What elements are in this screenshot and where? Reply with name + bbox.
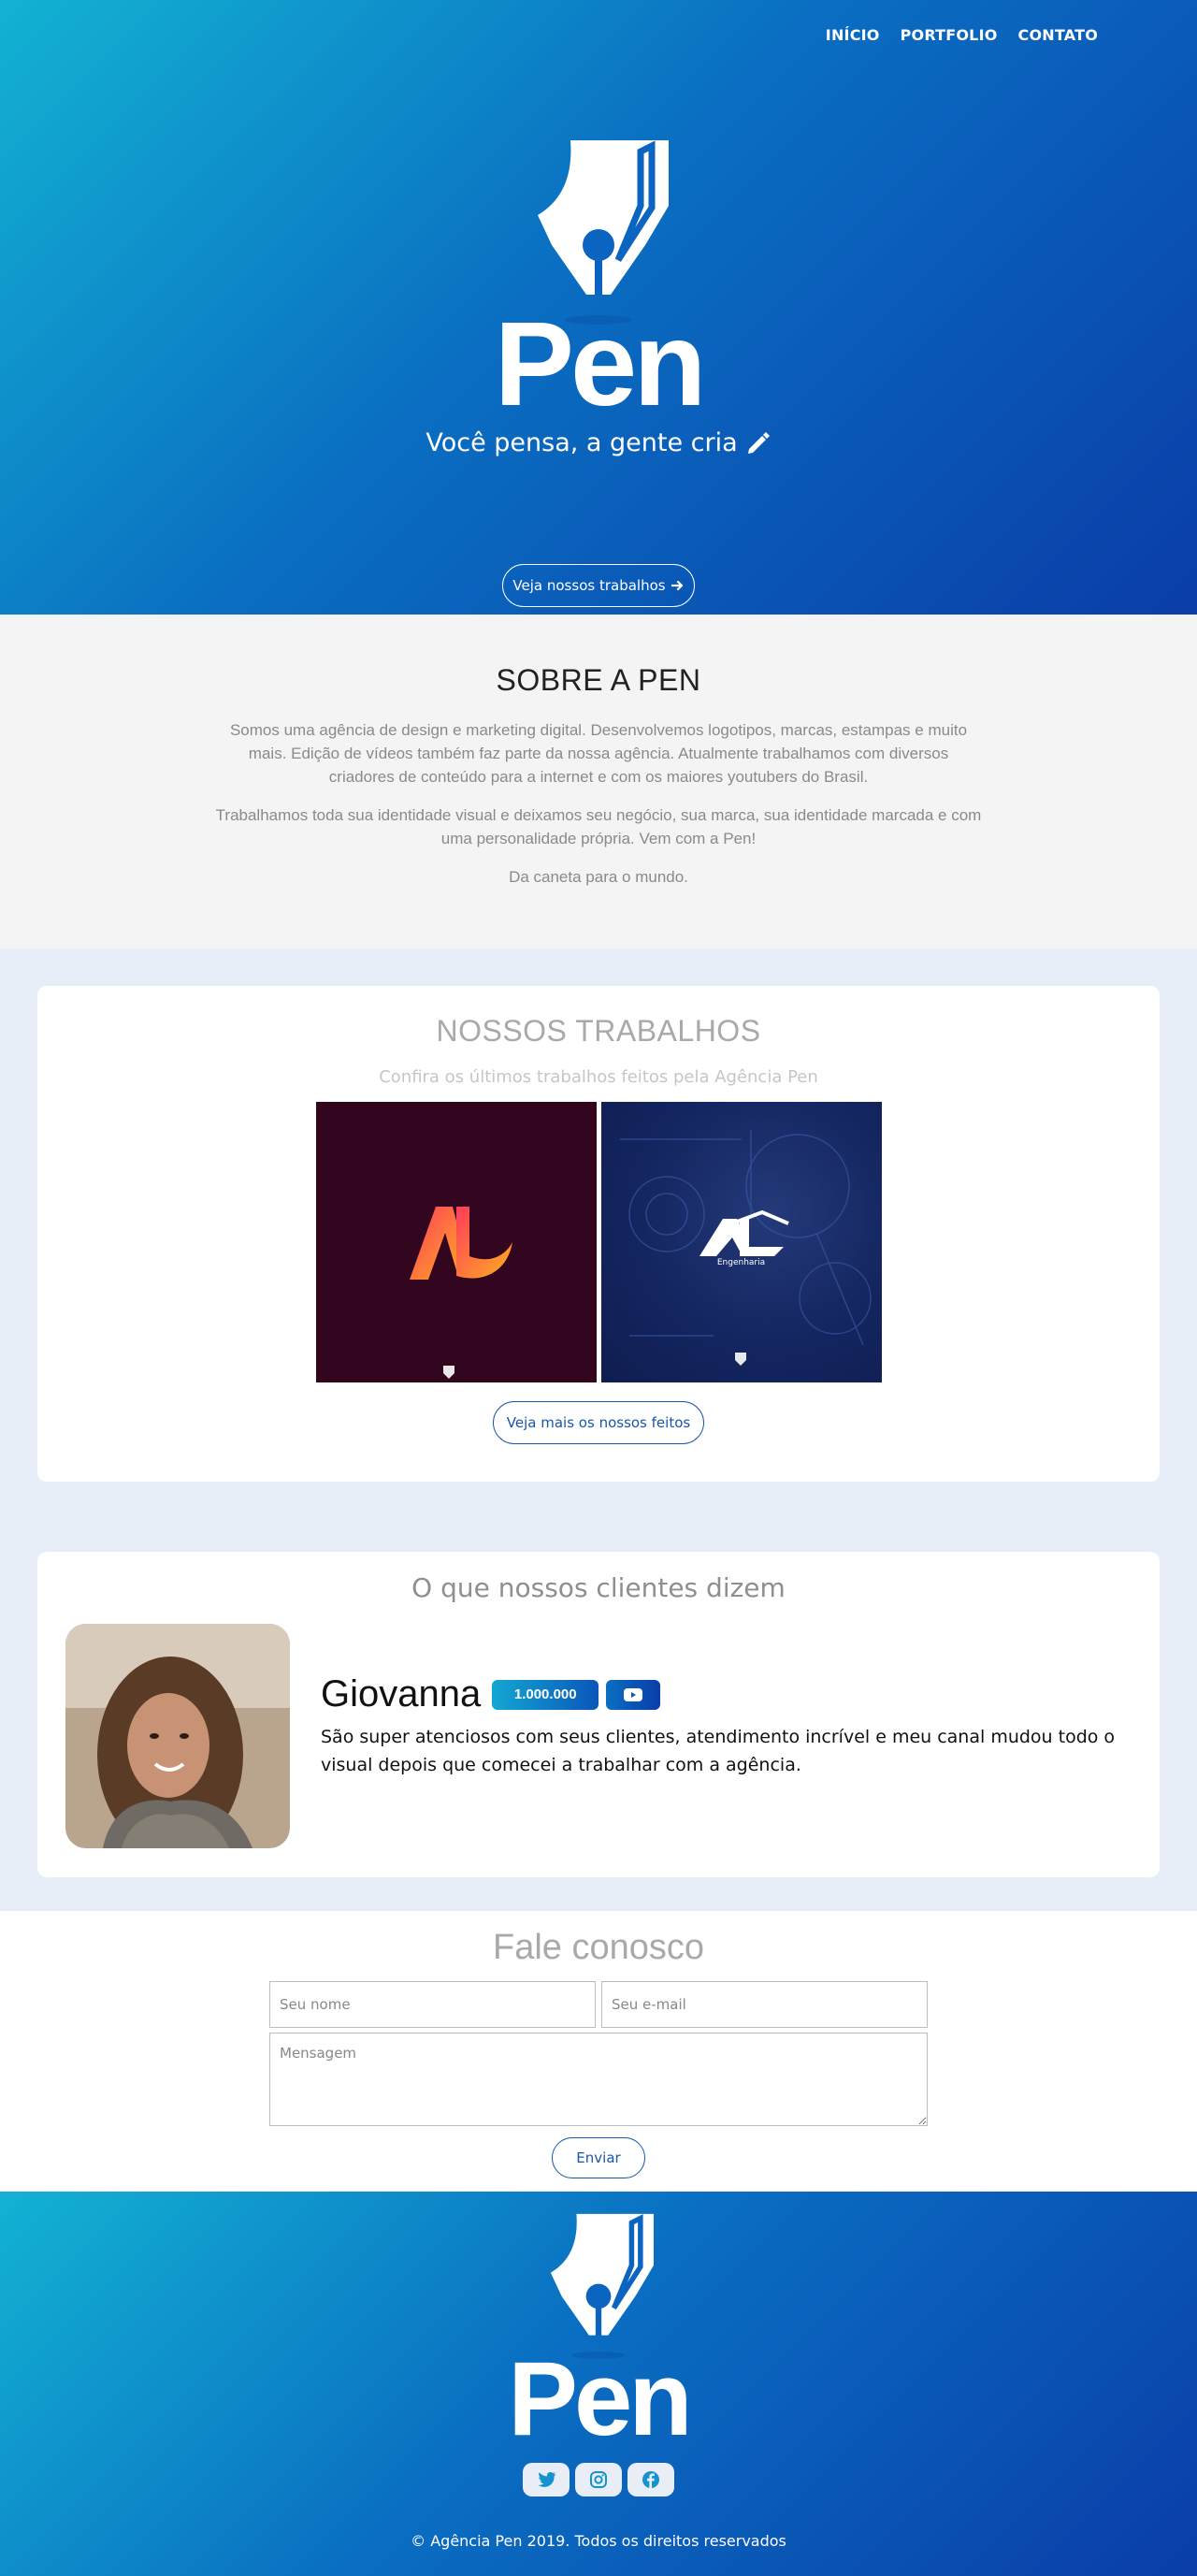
footer-logo: Pen — [0, 2210, 1197, 2457]
see-more-works-button[interactable]: Veja mais os nossos feitos — [493, 1401, 704, 1444]
tagline-text: Você pensa, a gente cria — [425, 428, 738, 457]
avatar — [65, 1624, 290, 1848]
contact-form-row — [269, 1981, 928, 2028]
email-input[interactable] — [601, 1981, 928, 2028]
work-thumbnail-1[interactable]: AL — [315, 1102, 597, 1382]
hero-tagline: Você pensa, a gente cria — [0, 428, 1197, 457]
name-input[interactable] — [269, 1981, 596, 2028]
testimonial-text: São super atenciosos com seus clientes, … — [321, 1727, 1116, 1775]
instagram-icon — [590, 2471, 607, 2488]
al-logo-white-icon — [619, 1130, 872, 1366]
work-2-caption: Engenharia — [716, 1258, 766, 1267]
copyright-text: © Agência Pen 2019. Todos os direitos re… — [411, 2532, 786, 2550]
works-title: NOSSOS TRABALHOS — [436, 1014, 761, 1048]
facebook-link[interactable] — [627, 2463, 674, 2496]
footer-brand-wordmark: Pen — [508, 2340, 692, 2457]
view-works-label: Veja nossos trabalhos — [512, 577, 666, 594]
about-title: SOBRE A PEN — [496, 663, 701, 697]
hero-logo: Pen — [0, 140, 1197, 431]
brand-wordmark: Pen — [494, 297, 707, 431]
works-subtitle: Confira os últimos trabalhos feitos pela… — [379, 1067, 818, 1087]
youtube-badge[interactable] — [606, 1679, 661, 1710]
about-paragraph-3: Da caneta para o mundo. — [509, 868, 688, 886]
about-paragraph-2: Trabalhamos toda sua identidade visual e… — [215, 806, 982, 847]
main-nav: INÍCIO PORTFOLIO CONTATO — [826, 26, 1098, 44]
contact-title: Fale conosco — [492, 1928, 704, 1967]
portfolio-section: NOSSOS TRABALHOS Confira os últimos trab… — [0, 948, 1197, 1911]
social-links — [0, 2463, 1197, 2496]
contact-section: Fale conosco Enviar — [0, 1911, 1197, 2192]
footer: Pen © Agência Pen 2019. Todos os direito… — [0, 2192, 1197, 2576]
works-gallery: AL Engenharia AL — [37, 1102, 1160, 1382]
client-name: Giovanna — [321, 1673, 482, 1715]
client-photo-icon — [65, 1624, 290, 1848]
work-thumbnail-2[interactable]: Engenharia AL — [600, 1102, 882, 1382]
message-textarea[interactable] — [269, 2033, 928, 2126]
testimonials-card: O que nossos clientes dizem Giovanna 1.0… — [37, 1552, 1160, 1877]
testimonial-header: Giovanna 1.000.000 — [321, 1673, 1125, 1715]
about-section: SOBRE A PEN Somos uma agência de design … — [0, 615, 1197, 948]
arrow-right-icon — [671, 580, 683, 591]
al-logo-orange-icon — [409, 1207, 512, 1379]
send-button[interactable]: Enviar — [552, 2137, 645, 2178]
twitter-icon — [538, 2471, 555, 2487]
nav-item-contato[interactable]: CONTATO — [1018, 26, 1098, 44]
nav-item-inicio[interactable]: INÍCIO — [826, 26, 880, 44]
nav-item-portfolio[interactable]: PORTFOLIO — [901, 26, 998, 44]
twitter-link[interactable] — [523, 2463, 570, 2496]
works-card: NOSSOS TRABALHOS Confira os últimos trab… — [37, 986, 1160, 1482]
testimonial-body: Giovanna 1.000.000 São super atenciosos … — [321, 1673, 1125, 1779]
subscriber-count-badge: 1.000.000 — [492, 1679, 599, 1710]
view-works-button[interactable]: Veja nossos trabalhos — [502, 564, 695, 607]
about-paragraph-1: Somos uma agência de design e marketing … — [229, 721, 968, 786]
testimonials-title: O que nossos clientes dizem — [411, 1572, 786, 1603]
instagram-link[interactable] — [575, 2463, 622, 2496]
hero-section: INÍCIO PORTFOLIO CONTATO Pen Você pensa,… — [0, 0, 1197, 615]
youtube-icon — [624, 1687, 643, 1701]
facebook-icon — [642, 2471, 659, 2488]
contact-form: Enviar — [269, 1981, 928, 2178]
pencil-icon — [747, 431, 770, 454]
